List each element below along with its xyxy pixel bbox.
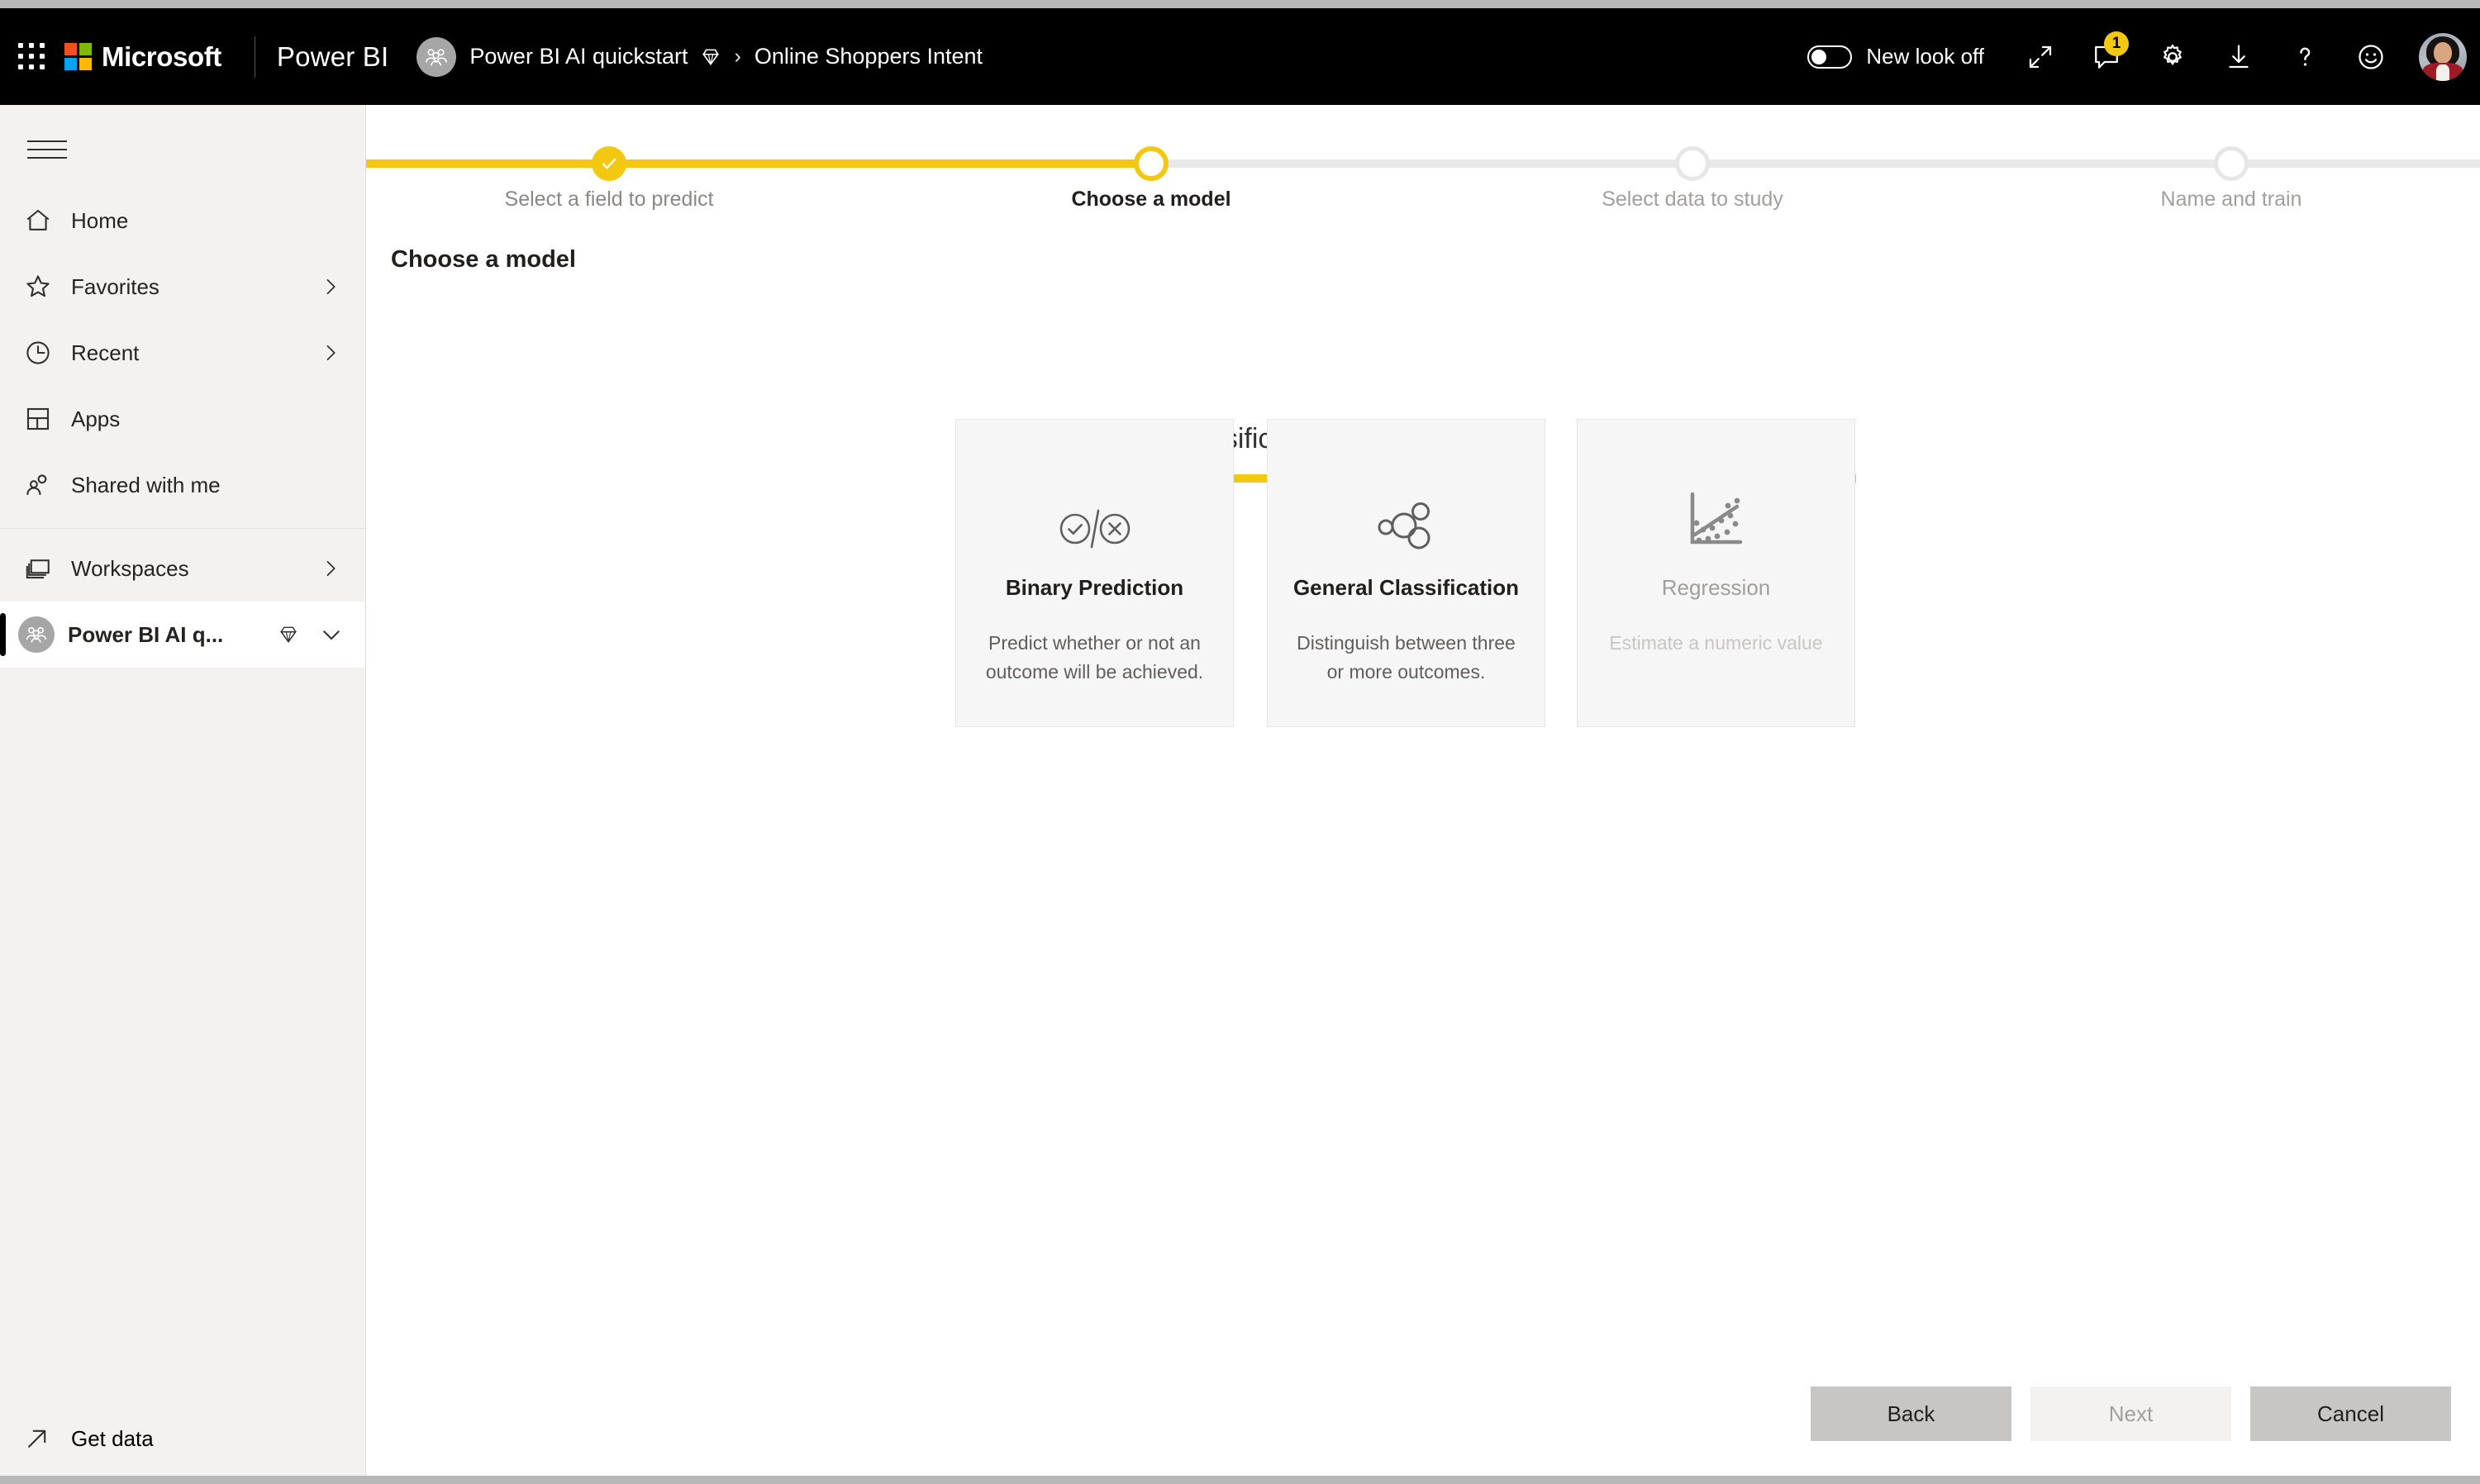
sidebar-item-current-workspace[interactable]: Power BI AI q... (0, 602, 365, 668)
sidebar-item-favorites[interactable]: Favorites (0, 254, 365, 320)
main-content: Select a field to predict Choose a model… (366, 105, 2480, 1476)
model-card-binary-prediction[interactable]: Binary Prediction Predict whether or not… (955, 419, 1234, 727)
model-card-description: Predict whether or not an outcome will b… (985, 632, 1204, 683)
selected-indicator (0, 613, 6, 656)
toggle-switch-icon (1807, 45, 1853, 69)
cancel-button[interactable]: Cancel (2250, 1386, 2451, 1441)
breadcrumb-separator: › (734, 45, 741, 68)
apps-grid-icon (23, 404, 60, 434)
microsoft-squares-icon (64, 43, 92, 70)
premium-diamond-icon (278, 624, 299, 645)
topbar-actions: New look off 1 (1807, 30, 2480, 84)
step-current-circle-icon (1134, 146, 1169, 181)
top-navigation-bar: Microsoft Power BI Power BI AI quickstar… (0, 8, 2480, 105)
sidebar-item-shared-with-me[interactable]: Shared with me (0, 452, 365, 518)
stepper-label-1: Select a field to predict (504, 188, 714, 211)
sidebar-item-apps[interactable]: Apps (0, 386, 365, 452)
breadcrumb-current-item[interactable]: Online Shoppers Intent (754, 44, 983, 69)
workspace-avatar-icon (18, 616, 55, 653)
model-card-description: Estimate a numeric value (1609, 632, 1823, 654)
sidebar-item-get-data[interactable]: Get data (0, 1401, 365, 1476)
sidebar-item-workspaces[interactable]: Workspaces (0, 535, 365, 602)
step-pending-circle-icon (1675, 146, 1710, 181)
model-card-general-classification[interactable]: General Classification Distinguish betwe… (1267, 419, 1545, 727)
model-card-title: Regression (1661, 575, 1771, 600)
notification-badge: 1 (2104, 31, 2129, 56)
stepper-node-2[interactable] (1134, 146, 1169, 181)
sidebar-item-label: Favorites (71, 273, 159, 299)
chevron-down-icon[interactable] (319, 622, 344, 647)
new-look-toggle[interactable]: New look off (1807, 44, 1984, 69)
star-icon (23, 272, 60, 302)
settings-gear-icon[interactable] (2145, 30, 2200, 84)
model-card-title: General Classification (1292, 575, 1520, 600)
back-button[interactable]: Back (1811, 1386, 2011, 1441)
page-title: Choose a model (391, 246, 576, 273)
model-card-title: Binary Prediction (1005, 575, 1184, 600)
sidebar-item-label: Home (71, 207, 129, 233)
chevron-right-icon[interactable] (319, 275, 342, 298)
sidebar-item-label: Apps (71, 406, 121, 431)
home-icon (23, 206, 60, 235)
sidebar-item-label: Get data (71, 1425, 154, 1451)
sidebar-item-label: Workspaces (71, 555, 189, 581)
sidebar-item-label: Recent (71, 340, 140, 365)
get-data-arrow-icon (23, 1425, 60, 1453)
sidebar-item-recent[interactable]: Recent (0, 320, 365, 386)
expand-icon[interactable] (2013, 30, 2068, 84)
model-card-description: Distinguish between three or more outcom… (1297, 632, 1516, 683)
chevron-right-icon[interactable] (319, 557, 342, 580)
chevron-right-icon[interactable] (319, 341, 342, 364)
microsoft-logo[interactable]: Microsoft (64, 41, 221, 73)
workspaces-stack-icon (23, 554, 60, 583)
premium-diamond-icon (700, 46, 721, 68)
bubbles-cluster-icon (1377, 453, 1436, 552)
powerbi-product-name[interactable]: Power BI (277, 41, 389, 73)
check-slash-cross-icon (1059, 453, 1131, 552)
stepper-label-4: Name and train (2160, 188, 2302, 211)
stepper-node-4[interactable] (2214, 146, 2249, 181)
model-card-regression: Regression Estimate a numeric value (1577, 419, 1855, 727)
group-avatar-icon (426, 48, 448, 65)
smiley-feedback-icon[interactable] (2344, 30, 2398, 84)
step-complete-check-icon (592, 146, 626, 181)
left-sidebar: Home Favorites Recent Apps Shared with m… (0, 105, 366, 1476)
hamburger-menu-icon[interactable] (21, 123, 74, 176)
download-icon[interactable] (2211, 30, 2266, 84)
sidebar-item-home[interactable]: Home (0, 188, 365, 254)
app-root: Microsoft Power BI Power BI AI quickstar… (0, 0, 2480, 1484)
step-pending-circle-icon (2214, 146, 2249, 181)
stepper-label-2: Choose a model (1071, 188, 1231, 211)
sidebar-divider (0, 528, 365, 529)
microsoft-wordmark: Microsoft (102, 40, 221, 72)
help-icon[interactable] (2278, 30, 2332, 84)
breadcrumb: Power BI AI quickstart › Online Shoppers… (469, 44, 983, 69)
sidebar-item-label: Shared with me (71, 472, 221, 497)
scatter-trendline-icon (1681, 453, 1752, 552)
stepper-progress-fill (366, 159, 1151, 168)
stepper-node-1[interactable] (592, 146, 626, 181)
new-look-toggle-label: New look off (1866, 44, 1984, 69)
breadcrumb-workspace[interactable]: Power BI AI quickstart (469, 44, 688, 69)
workspace-avatar-icon (417, 36, 457, 77)
feedback-comment-icon[interactable]: 1 (2079, 30, 2134, 84)
next-button: Next (2030, 1386, 2231, 1441)
app-launcher-icon[interactable] (18, 42, 46, 71)
people-shared-icon (23, 470, 60, 500)
clock-icon (23, 338, 60, 368)
user-avatar[interactable] (2419, 32, 2467, 81)
current-workspace-label: Power BI AI q... (68, 621, 224, 647)
wizard-stepper: Select a field to predict Choose a model… (366, 105, 2480, 212)
stepper-node-3[interactable] (1675, 146, 1710, 181)
stepper-label-3: Select data to study (1602, 188, 1783, 211)
